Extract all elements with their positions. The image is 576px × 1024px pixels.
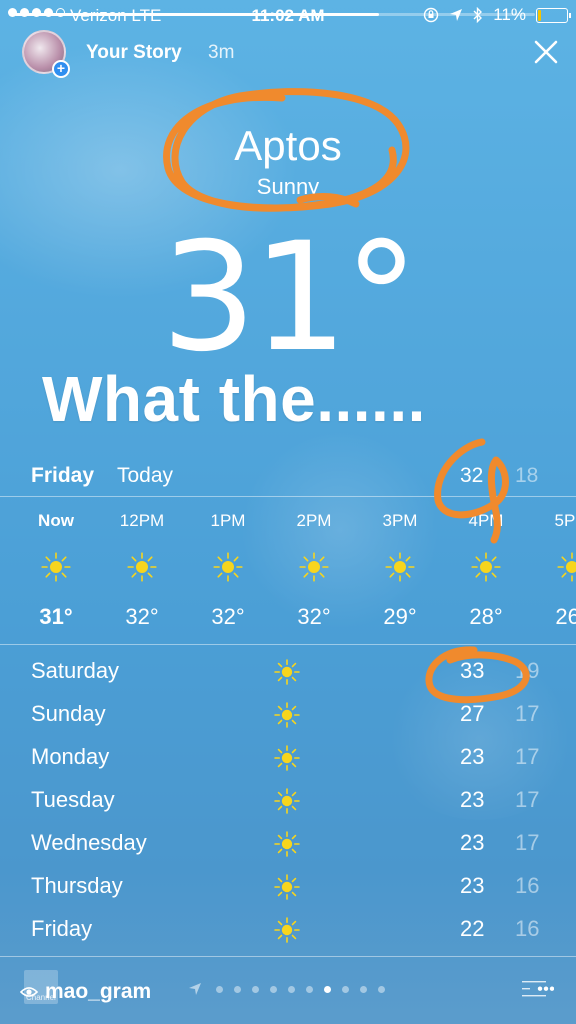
- page-dot[interactable]: [252, 986, 259, 993]
- sun-icon: [385, 552, 415, 582]
- city-name: Aptos: [234, 122, 342, 169]
- battery-icon: [536, 7, 571, 23]
- sun-icon: [274, 745, 300, 771]
- current-temperature: 31°: [161, 211, 419, 385]
- today-summary-row: Friday Today 32 18: [0, 460, 576, 494]
- daily-day: Monday: [31, 744, 110, 769]
- daily-low: 16: [515, 916, 540, 941]
- sun-icon: [274, 831, 300, 857]
- page-dot[interactable]: [288, 986, 295, 993]
- sun-icon: [41, 552, 71, 582]
- daily-day: Saturday: [31, 658, 120, 683]
- daily-day: Sunday: [31, 701, 106, 726]
- hourly-time: Now: [38, 511, 74, 530]
- daily-low: 17: [515, 701, 540, 726]
- daily-row: Tuesday 23 17: [0, 781, 576, 824]
- page-dot[interactable]: [216, 986, 223, 993]
- page-dot[interactable]: [306, 986, 313, 993]
- hourly-time: 5PM: [554, 511, 576, 530]
- daily-low: 16: [515, 873, 540, 898]
- sun-icon: [213, 552, 243, 582]
- daily-high: 22: [460, 916, 485, 941]
- sun-icon: [274, 788, 300, 814]
- today-day: Friday: [31, 464, 95, 487]
- hourly-temperature: 32°: [211, 604, 245, 629]
- sun-icon: [274, 917, 300, 943]
- divider: [0, 956, 576, 957]
- daily-high: 23: [460, 787, 485, 812]
- story-header: + Your Story 3m: [22, 30, 562, 80]
- hourly-temperature: 28°: [469, 604, 503, 629]
- daily-high: 23: [460, 873, 485, 898]
- add-story-icon[interactable]: +: [52, 60, 70, 78]
- location-arrow-icon: [189, 983, 201, 995]
- daily-day: Tuesday: [31, 787, 115, 812]
- hourly-time: 3PM: [382, 511, 418, 530]
- sun-icon: [557, 552, 576, 582]
- daily-high: 27: [460, 701, 485, 726]
- daily-high: 23: [460, 744, 485, 769]
- hourly-time: 2PM: [296, 511, 332, 530]
- hourly-temperature: 29°: [383, 604, 417, 629]
- page-dot[interactable]: [324, 986, 331, 993]
- sun-icon: [127, 552, 157, 582]
- divider: [0, 644, 576, 645]
- daily-row: Sunday 27 17: [0, 695, 576, 738]
- daily-row: Thursday 23 16: [0, 867, 576, 910]
- weather-condition: Sunny: [256, 174, 320, 199]
- hourly-temperature: 32°: [297, 604, 331, 629]
- sun-icon: [471, 552, 501, 582]
- eye-icon[interactable]: [20, 985, 38, 999]
- daily-row: Wednesday 23 17: [0, 824, 576, 867]
- daily-low: 17: [515, 787, 540, 812]
- hourly-temperature: 32°: [125, 604, 159, 629]
- divider: [0, 496, 576, 497]
- daily-day: Friday: [31, 916, 93, 941]
- username-label[interactable]: mao_gram: [45, 980, 151, 1004]
- hourly-time: 1PM: [210, 511, 246, 530]
- hourly-temperature: 26°: [555, 604, 576, 629]
- daily-high: 23: [460, 830, 485, 855]
- page-dot[interactable]: [342, 986, 349, 993]
- daily-low: 19: [515, 658, 540, 683]
- daily-row: Saturday 33 19: [0, 652, 576, 695]
- page-indicator[interactable]: [216, 986, 385, 993]
- today-high: 32: [460, 464, 484, 487]
- hourly-time: 12PM: [119, 511, 165, 530]
- page-dot[interactable]: [378, 986, 385, 993]
- hourly-time: 4PM: [468, 511, 504, 530]
- daily-low: 17: [515, 830, 540, 855]
- sun-icon: [299, 552, 329, 582]
- daily-low: 17: [515, 744, 540, 769]
- daily-day: Thursday: [31, 873, 123, 898]
- daily-high: 33: [460, 658, 485, 683]
- daily-row: Monday 23 17: [0, 738, 576, 781]
- bottom-bar: Channel mao_gram: [0, 958, 576, 1024]
- story-progress-bar: [15, 13, 535, 16]
- list-icon[interactable]: [520, 978, 554, 1002]
- story-progress-fill: [15, 13, 379, 16]
- story-timestamp: 3m: [208, 42, 235, 63]
- sun-icon: [274, 702, 300, 728]
- page-dot[interactable]: [234, 986, 241, 993]
- story-caption[interactable]: What the......: [42, 362, 426, 436]
- daily-forecast: Saturday 33 19 Sunday 27 17 Monday 23 17 Tuesday 2…: [0, 652, 576, 953]
- sun-icon: [274, 659, 300, 685]
- hourly-forecast[interactable]: Now 31° 12PM 32° 1PM 32° 2PM 32° 3PM 29° 4PM 28° 5PM…: [0, 500, 576, 642]
- daily-day: Wednesday: [31, 830, 147, 855]
- story-title[interactable]: Your Story: [86, 42, 182, 64]
- sun-icon: [274, 874, 300, 900]
- today-low: 18: [515, 464, 539, 487]
- page-dot[interactable]: [360, 986, 367, 993]
- daily-row: Friday 22 16: [0, 910, 576, 953]
- today-label: Today: [117, 464, 174, 487]
- hourly-temperature: 31°: [39, 604, 73, 629]
- page-dot[interactable]: [270, 986, 277, 993]
- close-icon[interactable]: [532, 38, 560, 66]
- status-bar: Verizon LTE 11:02 AM 11%: [0, 0, 576, 32]
